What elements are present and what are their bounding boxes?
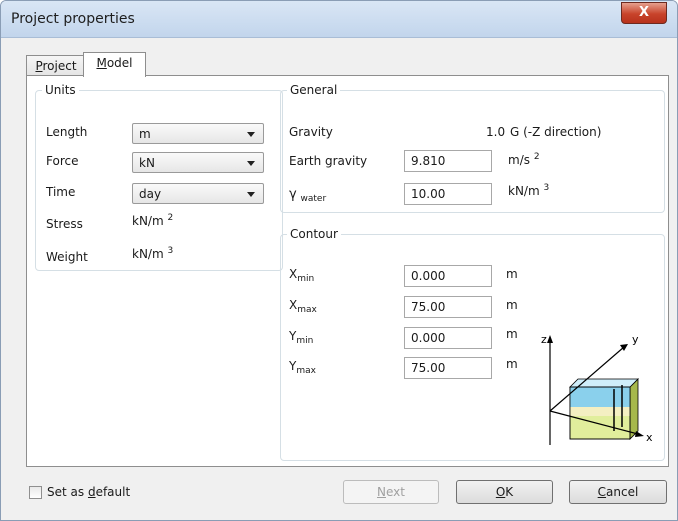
cancel-button[interactable]: Cancel xyxy=(569,480,667,504)
force-select[interactable]: kN xyxy=(132,152,264,173)
ymax-label: Ymax xyxy=(289,359,316,376)
xmin-label: Xmin xyxy=(289,267,315,284)
force-value: kN xyxy=(139,156,155,170)
xmax-label: Xmax xyxy=(289,298,317,315)
general-group: General Gravity 1.0 G (-Z direction) Ear… xyxy=(280,83,665,213)
gamma-water-input[interactable]: 10.00 xyxy=(404,183,492,205)
tab-model[interactable]: Model xyxy=(83,52,146,77)
dropdown-arrow-icon xyxy=(247,192,255,197)
sand-layer xyxy=(570,407,630,416)
ymax-input[interactable]: 75.00 xyxy=(404,357,492,379)
title-bar[interactable]: Project properties X xyxy=(1,1,677,38)
z-axis-label: z xyxy=(541,333,547,346)
tab-project[interactable]: Project xyxy=(26,55,86,76)
weight-label: Weight xyxy=(46,250,88,264)
dropdown-arrow-icon xyxy=(247,132,255,137)
soil-volume-axes-icon: z y x xyxy=(541,333,653,445)
general-legend: General xyxy=(290,83,338,97)
length-value: m xyxy=(139,127,151,141)
next-button[interactable]: Next xyxy=(343,480,439,504)
set-as-default-checkbox[interactable] xyxy=(29,486,42,499)
block-side-face xyxy=(629,378,639,440)
xmax-unit: m xyxy=(506,298,518,312)
xmin-input[interactable]: 0.000 xyxy=(404,265,492,287)
water-layer xyxy=(570,387,630,407)
units-legend: Units xyxy=(45,83,76,97)
xmax-input[interactable]: 75.00 xyxy=(404,296,492,318)
stress-unit: kN/m 2 xyxy=(132,213,174,228)
ymin-input[interactable]: 0.000 xyxy=(404,327,492,349)
project-properties-dialog: Project properties X Project Model Units… xyxy=(0,0,678,521)
stress-label: Stress xyxy=(46,217,83,231)
gravity-label: Gravity xyxy=(289,125,333,139)
earth-gravity-label: Earth gravity xyxy=(289,154,368,168)
length-select[interactable]: m xyxy=(132,123,264,144)
gravity-unit: G (-Z direction) xyxy=(510,125,602,139)
block-top-face xyxy=(569,378,639,388)
dialog-title: Project properties xyxy=(11,11,135,27)
contour-legend: Contour xyxy=(290,227,338,241)
xmin-unit: m xyxy=(506,267,518,281)
gamma-water-unit: kN/m 3 xyxy=(508,183,550,198)
y-axis-label: y xyxy=(632,333,639,346)
length-label: Length xyxy=(46,125,88,139)
set-as-default-label[interactable]: Set as default xyxy=(47,485,130,499)
x-axis-arrow xyxy=(635,431,644,437)
close-button[interactable]: X xyxy=(621,2,667,24)
contour-group: Contour Xmin 0.000 m Xmax 75.00 m Ymin 0… xyxy=(280,227,665,461)
ymin-unit: m xyxy=(506,327,518,341)
ok-button[interactable]: OK xyxy=(456,480,553,504)
dropdown-arrow-icon xyxy=(247,161,255,166)
ymin-label: Ymin xyxy=(289,329,314,346)
force-label: Force xyxy=(46,154,79,168)
model-tab-panel: Units Length m Force kN Time day Stress … xyxy=(26,75,669,467)
units-group: Units Length m Force kN Time day Stress … xyxy=(35,83,283,271)
time-label: Time xyxy=(46,185,76,199)
weight-unit: kN/m 3 xyxy=(132,246,174,261)
z-axis-arrow xyxy=(547,335,553,343)
earth-gravity-input[interactable]: 9.810 xyxy=(404,150,492,172)
ymax-unit: m xyxy=(506,357,518,371)
gamma-water-label: γ water xyxy=(289,187,327,204)
time-select[interactable]: day xyxy=(132,183,264,204)
x-axis-label: x xyxy=(646,431,653,444)
earth-gravity-unit: m/s 2 xyxy=(508,152,540,167)
gravity-value: 1.0 xyxy=(486,125,506,139)
time-value: day xyxy=(139,187,162,201)
close-icon: X xyxy=(638,5,650,20)
